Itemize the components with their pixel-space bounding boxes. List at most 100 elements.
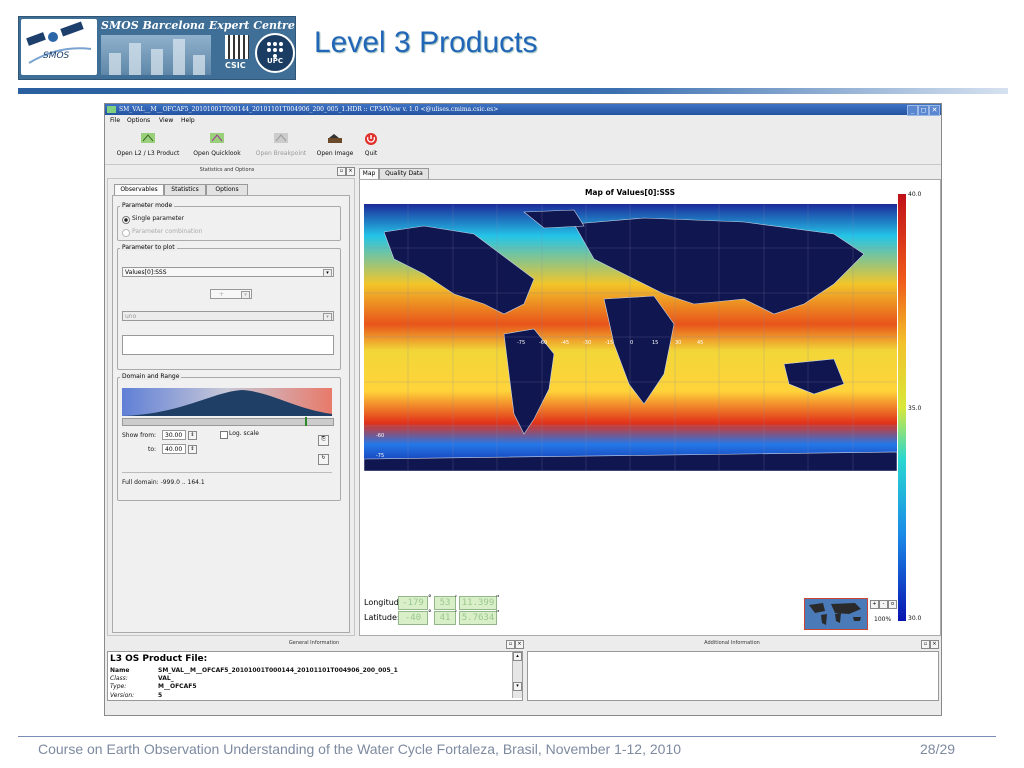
open-l2l3-button[interactable]: Open L2 / L3 Product (113, 128, 183, 162)
open-quicklook-label: Open Quicklook (193, 150, 241, 157)
scroll-up-icon[interactable]: ▴ (513, 652, 522, 661)
building-image (101, 35, 211, 75)
expression-field[interactable] (122, 335, 334, 355)
minute-symbol: ' (455, 609, 457, 617)
observables-tab-content: Parameter mode Single parameter Paramete… (112, 195, 350, 633)
menu-view[interactable]: View (159, 115, 173, 126)
lon-min-display: 53 (434, 596, 456, 610)
close-panel-icon[interactable]: × (346, 167, 355, 176)
parameter-combination-radio (122, 229, 130, 237)
range-slider-handle[interactable] (305, 417, 307, 426)
parameter-select-value: Values[0]:SSS (125, 269, 167, 276)
lock-range-icon[interactable]: ⎘ (318, 435, 329, 446)
scrollbar[interactable]: ▴ ▾ (512, 652, 522, 698)
close-panel-icon[interactable]: × (515, 640, 524, 649)
to-label: to: (148, 446, 157, 453)
breakpoint-icon (273, 132, 289, 144)
lon-label-15: -15 (605, 340, 613, 346)
zoom-reset-icon[interactable]: o (888, 600, 897, 609)
overview-thumbnail[interactable] (804, 598, 868, 630)
satellite-icon (26, 21, 92, 64)
zoom-out-icon[interactable]: - (879, 600, 888, 609)
show-from-input[interactable]: 30.00 (162, 430, 186, 440)
lat-label-75: -75 (376, 453, 384, 459)
to-input[interactable]: 40.00 (162, 444, 186, 454)
name-value: SM_VAL__M__OFCAF5_20101001T000144_201011… (158, 667, 398, 674)
lon-sec-display: 11.399 (459, 596, 497, 610)
range-slider[interactable] (122, 417, 334, 426)
float-panel-icon[interactable]: ▫ (921, 640, 930, 649)
stats-options-panel: Observables Statistics Options Parameter… (107, 178, 355, 636)
full-domain-text: Full domain: -999.0 .. 164.1 (122, 479, 205, 486)
minute-symbol: ' (455, 594, 457, 602)
second-symbol: " (496, 594, 500, 602)
power-icon (363, 132, 379, 145)
reset-range-icon[interactable]: ↻ (318, 454, 329, 465)
degree-symbol: ° (428, 609, 432, 617)
histogram-plot (122, 388, 332, 416)
page-number: 28/29 (920, 741, 956, 757)
open-breakpoint-label: Open Breakpoint (255, 150, 307, 157)
domain-range-label: Domain and Range (120, 373, 182, 380)
window-title: SM_VAL__M__OFCAF5_20101001T000144_201011… (119, 106, 499, 113)
log-scale-checkbox[interactable] (220, 431, 228, 439)
map-panel: Map of Values[0]:SSS -75 -60 -45 -30 -15… (359, 179, 941, 636)
open-image-button[interactable]: Open Image (313, 128, 357, 162)
spinner-icon[interactable]: ⇕ (188, 445, 197, 454)
version-key: Version: (110, 692, 135, 699)
general-info-header: General Information ▫ × (105, 639, 524, 649)
lon-label-45: -45 (561, 340, 569, 346)
latitude-label: Latitude: (364, 613, 400, 622)
single-parameter-radio[interactable] (122, 216, 130, 224)
log-scale-label: Log. scale (229, 430, 259, 437)
lat-label-60: -60 (376, 433, 384, 439)
world-map[interactable]: -75 -60 -45 -30 -15 0 15 30 45 -60 -75 (364, 204, 897, 471)
parameter-to-plot-label: Parameter to plot (120, 244, 177, 251)
degree-symbol: ° (428, 594, 432, 602)
general-info-title: General Information (288, 640, 340, 646)
menu-help[interactable]: Help (181, 115, 195, 126)
spinner-icon[interactable]: ⇕ (188, 431, 197, 440)
footer-rule (18, 736, 996, 737)
colorbar-mid: 35.0 (908, 405, 922, 412)
open-breakpoint-button: Open Breakpoint (251, 128, 311, 162)
quit-button[interactable]: Quit (361, 128, 381, 162)
second-parameter-value: uno (125, 313, 137, 320)
smos-logo-text: SMOS (43, 51, 70, 61)
version-value: 5 (158, 692, 163, 699)
window-titlebar[interactable]: SM_VAL__M__OFCAF5_20101001T000144_201011… (105, 104, 941, 116)
show-from-label: Show from: (122, 432, 157, 439)
app-icon (107, 106, 116, 113)
float-panel-icon[interactable]: ▫ (506, 640, 515, 649)
parameter-select[interactable]: Values[0]:SSS ▾ (122, 267, 334, 277)
second-symbol: " (496, 609, 500, 617)
menu-file[interactable]: File (110, 115, 120, 126)
open-quicklook-button[interactable]: Open Quicklook (189, 128, 245, 162)
general-info-panel: L3 OS Product File: Name SM_VAL__M__OFCA… (107, 651, 523, 701)
toolbar: Open L2 / L3 Product Open Quicklook Open… (105, 126, 941, 165)
parameter-mode-label: Parameter mode (120, 202, 175, 209)
parameter-combination-label: Parameter combination (132, 228, 203, 235)
domain-range-group: Domain and Range Show from: 30.00 ⇕ Log.… (117, 373, 341, 501)
stats-options-title: Statistics and Options (199, 167, 255, 173)
float-panel-icon[interactable]: ▫ (337, 167, 346, 176)
lon-label-15e: 15 (652, 340, 658, 346)
map-tabs: Map Quality Data (359, 168, 429, 180)
lat-deg-display: -40 (398, 611, 428, 625)
product-file-heading: L3 OS Product File: (110, 654, 208, 664)
qr-emblem (225, 35, 249, 59)
menu-options[interactable]: Options (127, 115, 150, 126)
colorbar-max: 40.0 (908, 191, 922, 198)
scroll-down-icon[interactable]: ▾ (513, 682, 522, 691)
logo-title: SMOS Barcelona Expert Centre (101, 19, 295, 32)
lon-label-75: -75 (517, 340, 525, 346)
colorbar-min: 30.0 (908, 615, 922, 622)
additional-info-panel (527, 651, 939, 701)
close-panel-icon[interactable]: × (930, 640, 939, 649)
quit-label: Quit (364, 150, 378, 157)
zoom-in-icon[interactable]: + (870, 600, 879, 609)
menu-bar: File Options View Help (105, 115, 941, 126)
single-parameter-label: Single parameter (132, 215, 185, 222)
type-key: Type: (110, 683, 127, 690)
header-rule (18, 88, 1008, 94)
